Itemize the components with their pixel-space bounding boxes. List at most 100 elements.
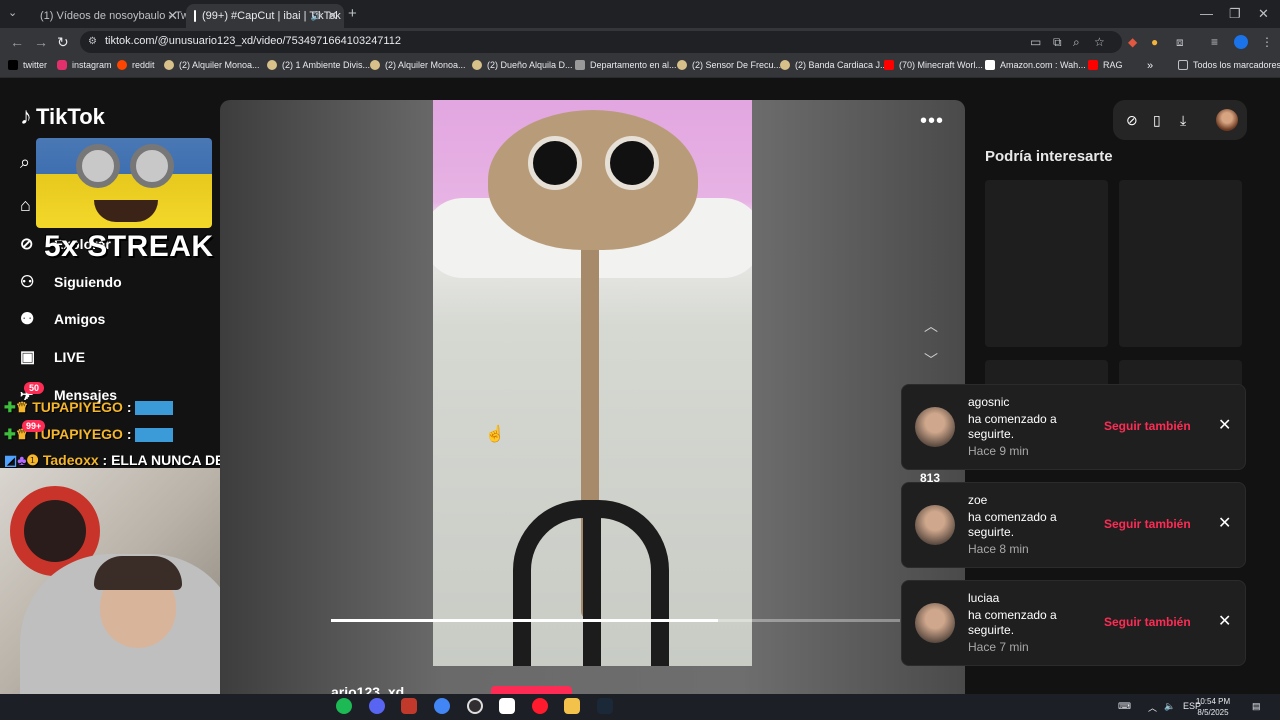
follow-back-button[interactable]: Seguir también	[1104, 419, 1191, 433]
obs-icon[interactable]	[467, 698, 483, 714]
bookmark-item[interactable]: (2) Alquiler Monoa...	[370, 60, 466, 70]
tiktok-note-icon: ♪	[20, 103, 32, 130]
back-icon[interactable]: ←	[10, 34, 24, 50]
bookmark-star-icon[interactable]: ☆	[1094, 35, 1105, 49]
speaker-icon: 🔊	[310, 10, 322, 21]
suggested-thumbnail[interactable]	[985, 180, 1108, 347]
close-icon[interactable]: ✕	[1218, 611, 1231, 631]
notification-username[interactable]: luciaa	[968, 591, 999, 605]
url-text[interactable]: tiktok.com/@unusuario123_xd/video/753497…	[105, 35, 401, 47]
extension-color-icon[interactable]: ●	[1151, 35, 1158, 49]
minimize-icon[interactable]: —	[1200, 6, 1213, 21]
system-clock[interactable]: 10:54 PM 8/5/2025	[1193, 696, 1233, 718]
previous-video-icon[interactable]: ︿	[924, 316, 938, 336]
tab-tiktok[interactable]: (99+) #CapCut | ibai | TikTok 🔊 ✕	[186, 4, 344, 28]
bookmark-label: Todos los marcadores	[1193, 60, 1280, 70]
nav-live[interactable]: ▣ LIVE	[20, 347, 85, 367]
youtube-icon	[884, 60, 894, 70]
reddit-icon	[117, 60, 127, 70]
bookmark-reddit[interactable]: reddit	[117, 60, 155, 70]
bookmark-item[interactable]: (2) Dueño Alquila D...	[472, 60, 573, 70]
notification-username[interactable]: agosnic	[968, 395, 1009, 409]
bookmark-item[interactable]: Departamento en al...	[575, 60, 677, 70]
window-close-icon[interactable]: ✕	[1258, 6, 1269, 22]
follow-back-button[interactable]: Seguir también	[1104, 517, 1191, 531]
bookmark-label: reddit	[132, 60, 155, 70]
bookmark-twitter[interactable]: twitter	[8, 60, 47, 70]
video-progress-fill	[331, 619, 718, 622]
site-info-icon[interactable]: ⚙	[88, 36, 97, 47]
all-bookmarks[interactable]: Todos los marcadores	[1178, 60, 1280, 70]
notification-time: Hace 8 min	[968, 542, 1029, 556]
nav-amigos[interactable]: ⚉ Amigos	[20, 309, 105, 329]
more-options-button[interactable]: •••	[920, 110, 944, 133]
device-icon[interactable]: ▯	[1153, 112, 1161, 129]
opera-icon[interactable]	[532, 698, 548, 714]
bookmark-item[interactable]: (70) Minecraft Worl...	[884, 60, 983, 70]
avatar[interactable]	[915, 603, 955, 643]
extensions-icon[interactable]: ⧈	[1176, 35, 1184, 50]
bookmark-instagram[interactable]: instagram	[57, 60, 112, 70]
spotify-icon[interactable]	[336, 698, 352, 714]
user-avatar[interactable]	[1216, 109, 1238, 131]
home-icon[interactable]: ⌂	[20, 195, 31, 216]
new-tab-button[interactable]: +	[348, 5, 357, 22]
steam-icon[interactable]	[597, 698, 613, 714]
close-icon[interactable]: ✕	[1218, 513, 1231, 533]
reload-icon[interactable]: ↻	[57, 34, 69, 51]
close-icon[interactable]: ✕	[167, 8, 178, 24]
menu-icon[interactable]: ⋮	[1261, 35, 1273, 49]
creature-eye-left	[528, 136, 582, 190]
discord-icon[interactable]	[369, 698, 385, 714]
chat-sep: :	[122, 426, 136, 442]
bookmark-item[interactable]: (2) Alquiler Monoa...	[164, 60, 260, 70]
voicemeeter-icon[interactable]	[401, 698, 417, 714]
notifications-icon[interactable]: ▤	[1252, 701, 1261, 712]
logo-text: TikTok	[36, 104, 105, 129]
follow-back-button[interactable]: Seguir también	[1104, 615, 1191, 629]
follow-button[interactable]	[491, 686, 572, 694]
keyboard-icon[interactable]: ⌨	[1118, 701, 1131, 712]
avatar[interactable]	[915, 505, 955, 545]
bookmark-label: (2) 1 Ambiente Divis...	[282, 60, 371, 70]
volume-icon[interactable]: 🔈	[1164, 701, 1175, 712]
search-icon[interactable]: ⌕	[20, 152, 30, 173]
forward-icon[interactable]: →	[34, 34, 48, 50]
tab-twitch[interactable]: (1) Vídeos de nosoybaulo - Twit ✕	[26, 4, 195, 28]
bookmarks-overflow[interactable]: »	[1147, 60, 1153, 72]
x-icon	[8, 60, 18, 70]
zoom-icon[interactable]: ⌕	[1073, 35, 1080, 50]
suggested-thumbnail[interactable]	[1119, 180, 1242, 347]
tiktok-logo[interactable]: ♪ TikTok	[20, 103, 105, 131]
translate-icon[interactable]: ⧉	[1053, 35, 1062, 50]
coin-icon[interactable]: ⊘	[1126, 112, 1138, 129]
restore-icon[interactable]: ❐	[1229, 6, 1241, 22]
nav-siguiendo[interactable]: ⚇ Siguiendo	[20, 272, 122, 292]
bookmark-item[interactable]: Amazon.com : Wah...	[985, 60, 1086, 70]
bookmark-item[interactable]: RAG	[1088, 60, 1123, 70]
crown-icon: ♛	[15, 399, 29, 415]
bookmark-item[interactable]: (2) Sensor De Frecu...	[677, 60, 781, 70]
tray-expand-icon[interactable]: ︿	[1148, 701, 1157, 714]
folder-icon[interactable]	[564, 698, 580, 714]
chat-line: ✚♛ TUPAPIYEGO :	[4, 399, 174, 416]
close-icon[interactable]: ✕	[1218, 415, 1231, 435]
profile-avatar[interactable]	[1234, 35, 1248, 49]
avatar[interactable]	[915, 407, 955, 447]
tab-search-icon[interactable]: ⌄	[8, 6, 17, 19]
next-video-icon[interactable]: ﹀	[924, 350, 938, 370]
bookmark-label: (2) Banda Cardiaca J...	[795, 60, 888, 70]
video-frame[interactable]	[433, 100, 752, 666]
notification-username[interactable]: zoe	[968, 493, 987, 507]
creature-head	[488, 110, 698, 250]
download-icon[interactable]: ⤓	[1180, 112, 1186, 129]
bookmark-item[interactable]: (2) Banda Cardiaca J...	[780, 60, 888, 70]
media-icon[interactable]: ≡	[1211, 35, 1218, 49]
bookmark-label: RAG	[1103, 60, 1123, 70]
close-icon[interactable]: ✕	[327, 8, 338, 24]
bookmark-item[interactable]: (2) 1 Ambiente Divis...	[267, 60, 370, 70]
extension-fox-icon[interactable]: ◆	[1128, 35, 1137, 49]
cast-icon[interactable]: ▭	[1030, 35, 1041, 49]
chrome-icon[interactable]	[434, 698, 450, 714]
app-icon[interactable]	[499, 698, 515, 714]
